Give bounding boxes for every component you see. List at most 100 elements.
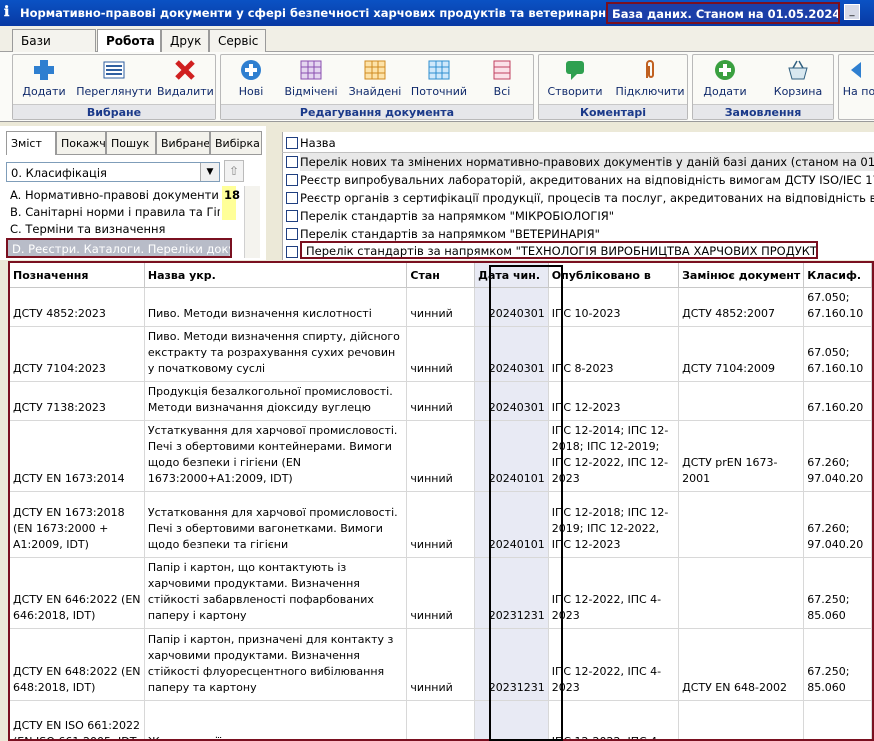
comment-attach-button[interactable]: Підключити: [615, 58, 685, 102]
favorites-view-button[interactable]: Переглянути: [73, 58, 155, 102]
database-status-label: База даних. Станом на 01.05.2024 р. -: [606, 2, 840, 24]
cell-status: чинний: [406, 628, 476, 701]
cell-status: чинний: [406, 420, 476, 492]
col-status[interactable]: Стан: [406, 263, 476, 288]
row-checkbox[interactable]: [286, 156, 298, 168]
cell-title: Жири та олії тваринного та рослинного по…: [144, 700, 408, 739]
cell-classification: 67.050; 67.160.10: [803, 287, 872, 327]
row-checkbox[interactable]: [286, 210, 298, 222]
row-checkbox[interactable]: [286, 246, 298, 258]
cell-replaces: ДСТУ 4852:2007: [678, 287, 805, 327]
cell-classification: 67.260; 97.040.20: [803, 491, 872, 558]
document-row-selected[interactable]: Перелік стандартів за напрямком "ТЕХНОЛО…: [300, 241, 818, 259]
edit-found-button[interactable]: Знайдені: [345, 58, 405, 102]
cell-classification: 67.160.20: [803, 381, 872, 421]
edit-marked-button[interactable]: Відмічені: [281, 58, 341, 102]
select-all-checkbox[interactable]: [286, 137, 298, 149]
chevron-down-icon[interactable]: ▼: [200, 163, 219, 181]
row-checkbox[interactable]: [286, 174, 298, 186]
title-bar: ℹ Нормативно-правові документи у сфері б…: [0, 0, 874, 26]
table-row[interactable]: ДСТУ 7104:2023 Пиво. Методи визначення сп…: [10, 326, 872, 382]
cell-title: Папір і картон, що контактують із харчов…: [144, 557, 408, 629]
table-row[interactable]: ДСТУ 4852:2023 Пиво. Методи визначення ки…: [10, 287, 872, 327]
cell-designation: ДСТУ EN 1673:2018 (EN 1673:2000 + A1:200…: [10, 491, 145, 558]
cell-published: ІПС 8-2023: [548, 326, 680, 382]
cell-replaces: ДСТУ prEN 1673-2001: [678, 420, 805, 492]
cell-status: чинний: [406, 287, 476, 327]
document-row[interactable]: Реєстр випробувальних лабораторій, акред…: [300, 171, 874, 189]
tree-item-d[interactable]: D. Реєстри. Каталоги. Переліки докум: [6, 238, 232, 258]
ribbon: Додати Переглянути Видалити Вибране Нові…: [0, 52, 874, 122]
cell-replaces: [678, 700, 805, 739]
list-view-icon: [103, 61, 125, 79]
current-grid-icon: [428, 60, 450, 80]
table-row[interactable]: ДСТУ EN ISO 661:2022 (EN ISO 661:2005, I…: [10, 700, 872, 739]
tab-contents[interactable]: Зміст: [6, 131, 56, 155]
table-row[interactable]: ДСТУ EN 1673:2018 (EN 1673:2000 + A1:200…: [10, 491, 872, 558]
plus-icon: [34, 60, 54, 80]
all-grid-icon: [493, 60, 511, 80]
table-row[interactable]: ДСТУ EN 646:2022 (EN 646:2018, IDT) Папір…: [10, 557, 872, 629]
cell-published: ІПС 12-2022, ІПС 4-2023, ІПС 3-2024: [548, 700, 680, 739]
table-row[interactable]: ДСТУ 7138:2023 Продукція безалкогольної п…: [10, 381, 872, 421]
tree-item-a[interactable]: A. Нормативно-правові документи: [6, 186, 220, 203]
col-designation[interactable]: Позначення: [10, 263, 145, 288]
cell-status: чинний: [406, 326, 476, 382]
tab-databases[interactable]: Бази даних: [12, 29, 96, 62]
table-row[interactable]: ДСТУ EN 648:2022 (EN 648:2018, IDT) Папір…: [10, 628, 872, 701]
cell-replaces: ДСТУ 7104:2009: [678, 326, 805, 382]
table-row[interactable]: ДСТУ EN 1673:2014 Устаткування для харчов…: [10, 420, 872, 492]
col-title[interactable]: Назва укр.: [144, 263, 408, 288]
tab-favorites[interactable]: Вибране: [156, 131, 210, 155]
cell-designation: ДСТУ EN 648:2022 (EN 648:2018, IDT): [10, 628, 145, 701]
group-more: На по: [838, 54, 874, 120]
tab-indexes[interactable]: Покажчі: [56, 131, 106, 155]
classification-select[interactable]: 0. Класифікація: [6, 162, 220, 182]
document-row[interactable]: Перелік нових та змінених нормативно-пра…: [300, 153, 874, 171]
tab-print[interactable]: Друк: [161, 29, 209, 52]
cell-published: ІПС 12-2014; ІПС 12-2018; ІПС 12-2019; І…: [548, 420, 680, 492]
cell-title: Продукція безалкогольної промисловості. …: [144, 381, 408, 421]
edit-all-button[interactable]: Всі: [477, 58, 527, 102]
favorites-add-button[interactable]: Додати: [19, 58, 69, 102]
tab-selection[interactable]: Вибірка: [210, 131, 262, 155]
comment-create-button[interactable]: Створити: [545, 58, 605, 102]
more-button[interactable]: На по: [841, 58, 874, 102]
tab-service[interactable]: Сервіс: [209, 29, 266, 52]
col-published[interactable]: Опубліковано в: [548, 263, 680, 288]
row-checkbox[interactable]: [286, 192, 298, 204]
cell-designation: ДСТУ EN 1673:2014: [10, 420, 145, 492]
cell-status: чинний: [406, 557, 476, 629]
left-scrollbar[interactable]: [244, 186, 260, 258]
paperclip-icon: [646, 60, 654, 78]
edit-current-button[interactable]: Поточний: [409, 58, 469, 102]
document-row[interactable]: Перелік стандартів за напрямком "МІКРОБІ…: [300, 207, 874, 225]
favorites-delete-button[interactable]: Видалити: [157, 58, 214, 102]
cell-replaces: [678, 557, 805, 629]
tab-work[interactable]: Робота: [97, 29, 161, 52]
delete-x-icon: [175, 60, 195, 80]
minimize-button[interactable]: _: [844, 4, 860, 20]
col-replaces[interactable]: Замінює документ: [678, 263, 805, 288]
col-classification[interactable]: Класиф.: [803, 263, 872, 288]
tree-item-count-bar: [222, 203, 236, 220]
edit-new-button[interactable]: Нові: [227, 58, 275, 102]
comment-icon: [566, 61, 584, 80]
tree-item-count: 18: [222, 186, 241, 203]
cell-designation: ДСТУ 7104:2023: [10, 326, 145, 382]
group-favorites: Додати Переглянути Видалити Вибране: [12, 54, 216, 120]
cell-status: чинний: [406, 700, 476, 739]
tab-search[interactable]: Пошук: [106, 131, 156, 155]
tree-item-b[interactable]: B. Санітарні норми і правила та Гігієн: [6, 203, 220, 220]
cell-published: ІПС 12-2022, ІПС 4-2023: [548, 557, 680, 629]
group-caption: Замовлення: [693, 104, 833, 119]
tree-item-c[interactable]: C. Терміни та визначення: [6, 220, 220, 237]
order-add-button[interactable]: Додати: [697, 58, 753, 102]
cell-published: ІПС 12-2023: [548, 381, 680, 421]
plus-circle-icon: [241, 60, 261, 80]
up-arrow-icon[interactable]: ⇧: [224, 160, 244, 182]
cell-title: Пиво. Методи визначення спирту, дійсного…: [144, 326, 408, 382]
order-basket-button[interactable]: Корзина: [765, 58, 831, 102]
row-checkbox[interactable]: [286, 228, 298, 240]
document-row[interactable]: Реєстр органів з сертифікації продукції,…: [300, 189, 874, 207]
